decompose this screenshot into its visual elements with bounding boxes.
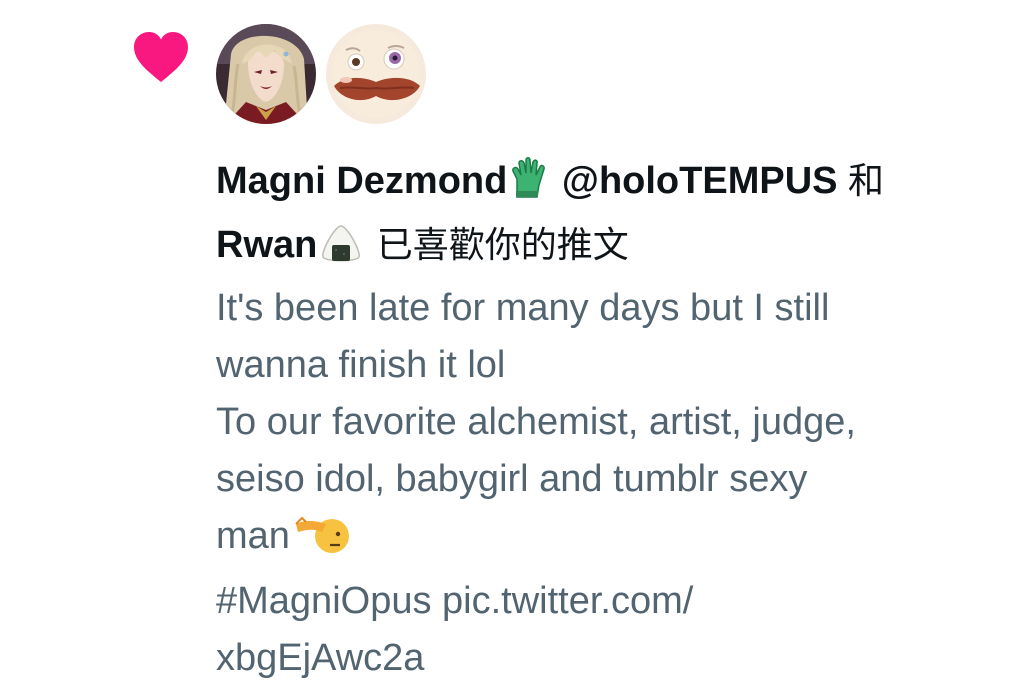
heart-icon <box>132 30 190 84</box>
conjunction-text: 和 <box>848 161 885 202</box>
tweet-line-2: wanna finish it lol <box>216 344 506 386</box>
tweet-line-6[interactable]: #MagniOpus pic.twitter.com/ <box>216 573 1006 630</box>
tweet-line-5: man <box>216 508 1006 573</box>
green-glove-icon <box>509 157 549 216</box>
saluting-face-icon <box>292 512 350 573</box>
avatar-magni[interactable] <box>216 24 316 124</box>
tweet-line-1: It's been late for many days but I still <box>216 287 830 329</box>
tweet-line-5-text: man <box>216 515 290 557</box>
user-name-magni[interactable]: Magni Dezmond <box>216 160 507 202</box>
like-notification[interactable]: Magni Dezmond @holoTEMPUS 和 Rwan 已喜歡你的推文… <box>0 0 1024 685</box>
tweet-line-3: To our favorite alchemist, artist, judge… <box>216 401 856 443</box>
rice-ball-icon <box>319 222 363 280</box>
liked-action-text: 已喜歡你的推文 <box>365 225 629 266</box>
user-handle-magni[interactable]: @holoTEMPUS <box>551 160 848 202</box>
notification-headline: Magni Dezmond @holoTEMPUS 和 Rwan 已喜歡你的推文 <box>216 152 1006 280</box>
avatar-rwan[interactable] <box>326 24 426 124</box>
tweet-text[interactable]: It's been late for many days but I still… <box>216 280 1006 687</box>
tweet-line-4: seiso idol, babygirl and tumblr sexy <box>216 458 808 500</box>
tweet-line-7[interactable]: xbgEjAwc2a <box>216 630 1006 687</box>
user-name-rwan[interactable]: Rwan <box>216 224 317 266</box>
